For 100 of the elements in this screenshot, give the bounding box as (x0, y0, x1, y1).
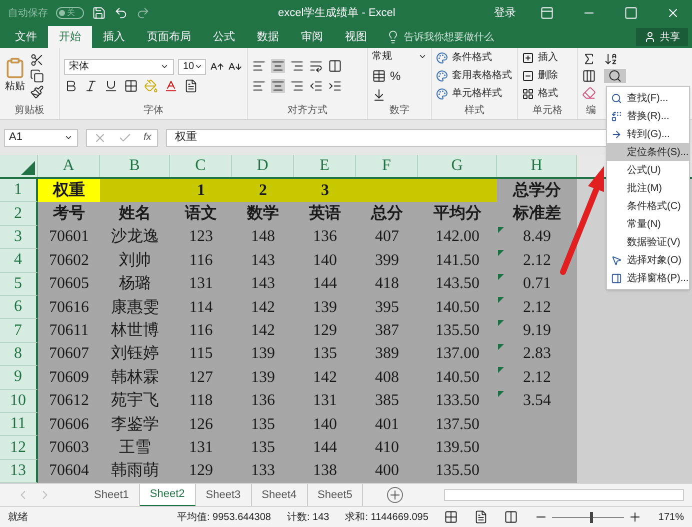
table-cell: 标准差 (497, 202, 577, 226)
table-cell: 沙龙逸 (100, 226, 170, 250)
table-cell: 129 (170, 460, 232, 484)
table-cell: 苑宇飞 (100, 390, 170, 413)
table-cell: 2.12 (497, 296, 577, 320)
table-cell: 410 (356, 436, 418, 460)
table-cell: 137.50 (418, 412, 497, 436)
table-cell: 3 (294, 179, 356, 202)
table-cell: 姓名 (100, 202, 170, 226)
table-cell: 148 (232, 226, 294, 250)
table-cell: 408 (356, 366, 418, 390)
table-cell: 135.50 (418, 319, 497, 343)
table-cell: 刘钰婷 (100, 342, 170, 366)
table-cell: 135 (232, 436, 294, 460)
table-cell: 387 (356, 319, 418, 343)
status-ready: 就绪 (8, 510, 28, 525)
table-cell: 70611 (38, 319, 100, 343)
table-cell: 140.50 (418, 366, 497, 390)
table-cell: 135 (232, 412, 294, 436)
table-cell: 70606 (38, 412, 100, 436)
table-cell: 401 (356, 412, 418, 436)
table-cell: 王雪 (100, 436, 170, 460)
table-cell: 2.12 (497, 249, 577, 273)
table-cell: 70604 (38, 460, 100, 484)
table-cell: 杨璐 (100, 272, 170, 296)
table-cell: 136 (294, 226, 356, 250)
table-cell: 116 (170, 319, 232, 343)
table-cell: 139 (232, 342, 294, 366)
table-cell: 115 (170, 342, 232, 366)
group-label: 样式 (464, 104, 486, 118)
table-cell: 康惠雯 (100, 296, 170, 320)
table-cell: 70612 (38, 390, 100, 413)
table-cell: 总分 (356, 202, 418, 226)
table-cell: 131 (170, 272, 232, 296)
table-cell: 142 (294, 366, 356, 390)
table-cell: 395 (356, 296, 418, 320)
table-cell: 2.83 (497, 342, 577, 366)
table-cell: 400 (356, 460, 418, 484)
status-average: 平均值: 9953.644308 (177, 510, 271, 525)
table-cell: 语文 (170, 202, 232, 226)
window-title: excel学生成绩单 - Excel (278, 6, 396, 21)
table-cell: 141.50 (418, 249, 497, 273)
table-cell: 142 (232, 319, 294, 343)
table-cell: 144 (294, 272, 356, 296)
table-cell: 118 (170, 390, 232, 413)
table-cell: 140 (294, 249, 356, 273)
group-label: 单元格 (532, 104, 564, 118)
table-cell: 总学分 (497, 179, 577, 202)
group-label: 编 (586, 104, 596, 118)
table-cell: 135.50 (418, 460, 497, 484)
table-cell: 数学 (232, 202, 294, 226)
table-cell: 李鉴学 (100, 412, 170, 436)
autosave-label: 自动保存 (8, 6, 48, 20)
group-label: 剪贴板 (14, 104, 46, 118)
table-cell: 140.50 (418, 296, 497, 320)
group-label: 数字 (388, 104, 410, 118)
table-cell: 140 (294, 412, 356, 436)
table-cell: 1 (170, 179, 232, 202)
status-count: 计数: 143 (286, 510, 330, 525)
table-cell: 138 (294, 460, 356, 484)
group-label: 对齐方式 (286, 104, 328, 118)
table-cell: 139 (232, 366, 294, 390)
table-cell: 144 (294, 436, 356, 460)
table-cell: 8.49 (497, 226, 577, 250)
table-cell: 133.50 (418, 390, 497, 413)
table-cell: 131 (170, 436, 232, 460)
table-cell: 70601 (38, 226, 100, 250)
table-cell: 9.19 (497, 319, 577, 343)
table-cell: 3.54 (497, 390, 577, 413)
table-cell: 116 (170, 249, 232, 273)
status-sum: 求和: 1144669.095 (345, 510, 428, 525)
table-cell: 143 (232, 272, 294, 296)
table-cell: 70609 (38, 366, 100, 390)
table-cell: 389 (356, 342, 418, 366)
group-label: 字体 (142, 104, 164, 118)
table-cell: 70602 (38, 249, 100, 273)
table-cell: 139 (294, 296, 356, 320)
table-cell: 70616 (38, 296, 100, 320)
table-cell: 考号 (38, 202, 100, 226)
table-cell: 2 (232, 179, 294, 202)
table-cell: 418 (356, 272, 418, 296)
table-cell: 133 (232, 460, 294, 484)
table-cell: 2.12 (497, 366, 577, 390)
table-cell: 0.71 (497, 272, 577, 296)
table-cell: 123 (170, 226, 232, 250)
table-cell: 139.50 (418, 436, 497, 460)
table-cell: 136 (232, 390, 294, 413)
table-cell: 126 (170, 412, 232, 436)
table-cell: 385 (356, 390, 418, 413)
table-cell: 韩雨萌 (100, 460, 170, 484)
table-cell: 137.00 (418, 342, 497, 366)
table-cell: 70607 (38, 342, 100, 366)
table-cell: 114 (170, 296, 232, 320)
table-cell: 131 (294, 390, 356, 413)
table-cell: 127 (170, 366, 232, 390)
table-cell: 143 (232, 249, 294, 273)
table-cell: 142 (232, 296, 294, 320)
table-cell: 142.00 (418, 226, 497, 250)
table-cell: 平均分 (418, 202, 497, 226)
table-cell: 权重 (38, 179, 100, 202)
